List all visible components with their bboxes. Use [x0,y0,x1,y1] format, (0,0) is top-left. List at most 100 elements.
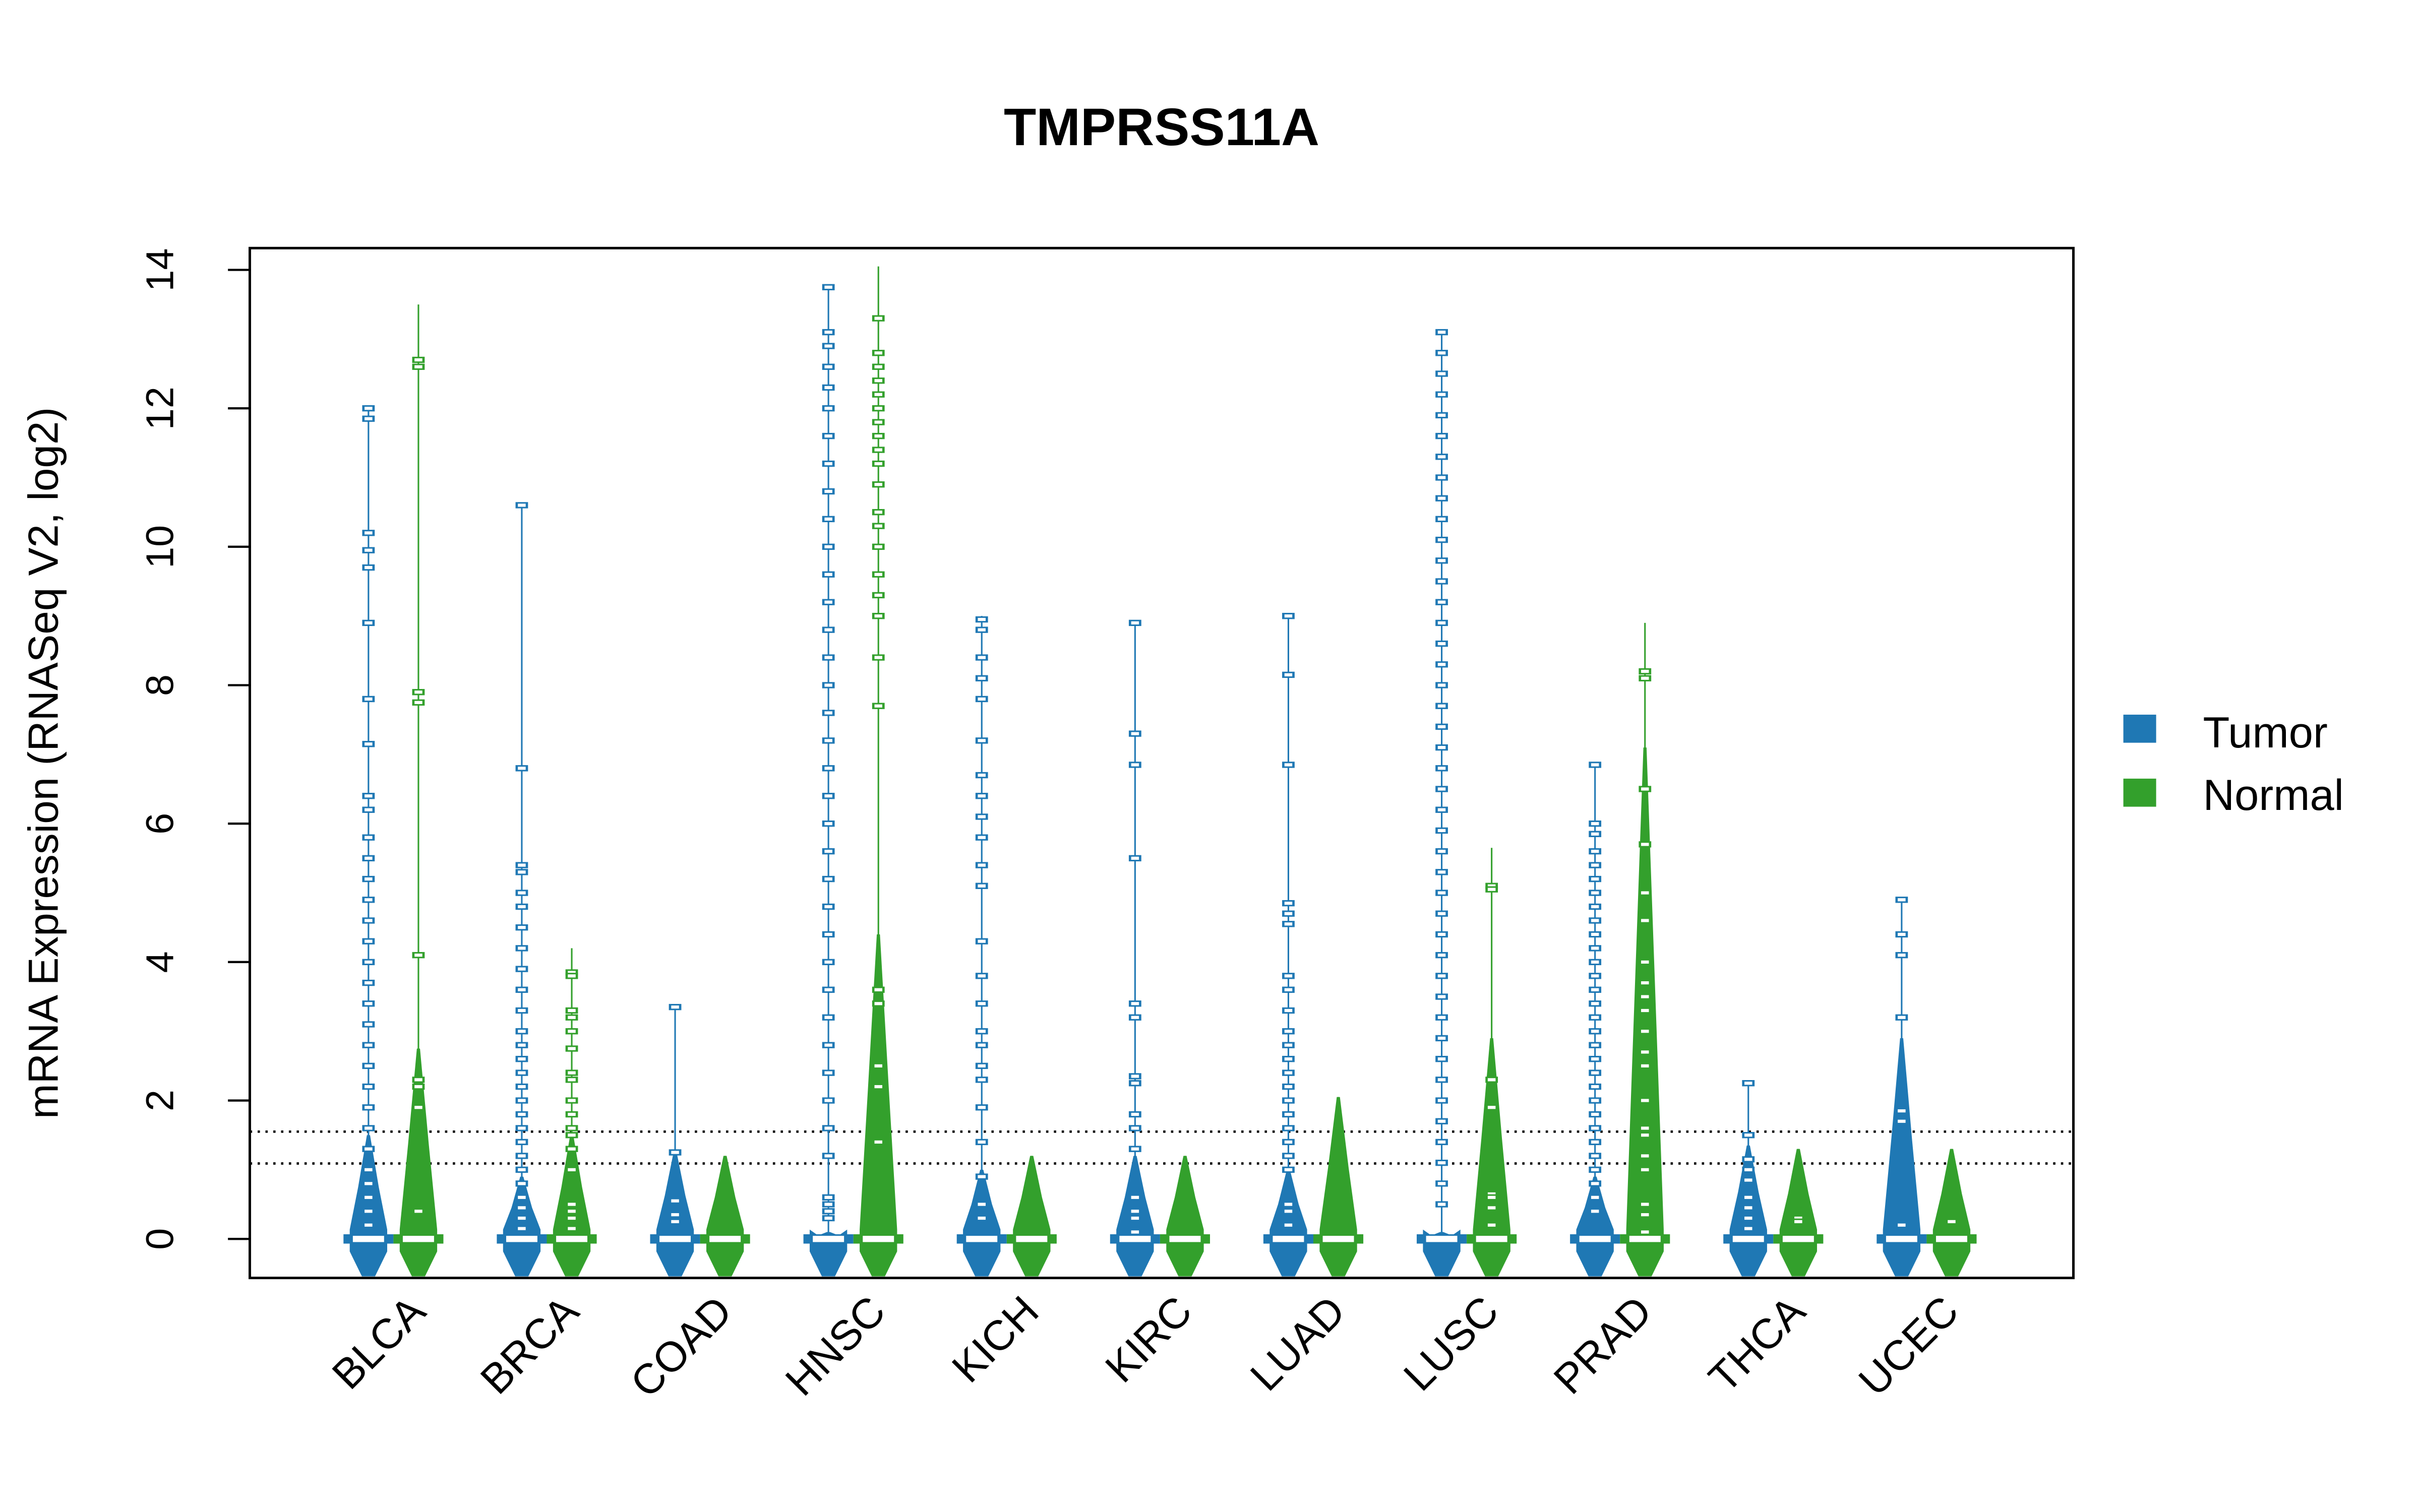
bean-point [1437,517,1446,521]
bean-tumor-kirc [1110,619,1160,1277]
bean-point [365,1168,373,1171]
bean-point [1437,1161,1446,1165]
bean-point [414,1210,422,1213]
bean-point [874,317,882,320]
bean-point [1591,1195,1599,1199]
bean-body [1576,1176,1614,1277]
bean-point [824,656,832,659]
bean-point [978,676,986,680]
bean-mean-bar [1119,1236,1151,1242]
bean-point [1437,351,1446,355]
bean-point [874,545,882,548]
bean-point [1641,1064,1649,1067]
y-axis-label: mRNA Expression (RNASeq V2, log2) [20,407,67,1119]
bean-point [824,285,832,289]
bean-point [1641,1030,1649,1033]
plot-area [250,266,2074,1277]
bean-point [1437,954,1446,957]
bean-point [1591,863,1599,867]
x-tick-label: KIRC [1096,1287,1201,1392]
bean-point [1591,1030,1599,1033]
bean-point [671,1199,679,1203]
bean-point [365,1195,373,1199]
bean-point [874,483,882,486]
bean-point [1131,621,1139,624]
bean-point [1437,829,1446,833]
bean-point [1437,393,1446,396]
bean-point [1437,746,1446,749]
bean-point [671,1151,679,1154]
bean-point [824,877,832,881]
bean-point [1591,932,1599,936]
bean-point [978,1078,986,1082]
bean-body [1319,1097,1357,1277]
bean-point [568,1216,576,1220]
bean-point [1437,434,1446,438]
bean-point [414,701,422,704]
bean-point [518,1009,526,1013]
bean-point [1591,905,1599,909]
bean-point [824,988,832,991]
bean-point [824,711,832,715]
bean-point [1591,960,1599,964]
bean-normal-hnsc [853,266,903,1277]
bean-point [824,1195,832,1199]
bean-point [1898,1119,1906,1123]
bean-point [1437,476,1446,479]
bean-point [518,1085,526,1089]
bean-point [365,621,373,624]
bean-mean-bar [966,1236,998,1242]
bean-point [1437,932,1446,936]
bean-point [824,434,832,438]
bean-point [1437,808,1446,811]
bean-mean-bar [1273,1236,1304,1242]
bean-normal-blca [393,304,444,1277]
bean-point [824,960,832,964]
x-tick-label: UCEC [1849,1287,1967,1405]
bean-point [874,1140,882,1144]
y-tick-label: 14 [139,248,182,291]
bean-point [1437,663,1446,666]
beanplot-chart: TMPRSS11A mRNA Expression (RNASeq V2, lo… [20,98,2344,1406]
bean-point [1641,787,1649,791]
bean-point [1284,1210,1293,1213]
bean-point [1898,1109,1906,1113]
bean-point [874,351,882,355]
bean-point [518,1030,526,1033]
bean-point [1284,1154,1293,1158]
bean-point [824,822,832,826]
x-tick-label: LUSC [1395,1287,1507,1400]
x-axis: BLCA BRCA COAD HNSC KICH KIRC LUAD LUSC PRAD THCA… [323,1287,1967,1406]
bean-point [978,739,986,742]
bean-point [1437,767,1446,770]
bean-point [1284,673,1293,676]
bean-point [1641,1154,1649,1158]
bean-point [518,1182,526,1185]
bean-point [1437,600,1446,604]
bean-point [978,1106,986,1109]
bean-point [568,1112,576,1116]
bean-point [1641,1133,1649,1137]
x-tick-label: LUAD [1241,1287,1354,1400]
bean-mean-bar [1476,1236,1507,1242]
bean-point [1591,1154,1599,1158]
bean-point [1898,954,1906,957]
bean-point [1591,1057,1599,1061]
bean-point [518,1140,526,1144]
bean-body [1932,1149,1971,1277]
bean-point [978,697,986,701]
bean-point [1487,1195,1496,1199]
bean-point [824,545,832,548]
bean-point [1744,1082,1752,1085]
bean-point [1591,1071,1599,1075]
bean-point [874,379,882,383]
bean-point [978,773,986,777]
bean-normal-kirc [1160,1156,1210,1277]
bean-mean-bar [813,1236,844,1242]
bean-point [1744,1158,1752,1161]
bean-point [874,524,882,528]
bean-tumor-hnsc [803,284,854,1277]
bean-point [365,856,373,860]
bean-point [1437,974,1446,978]
bean-point [365,939,373,943]
